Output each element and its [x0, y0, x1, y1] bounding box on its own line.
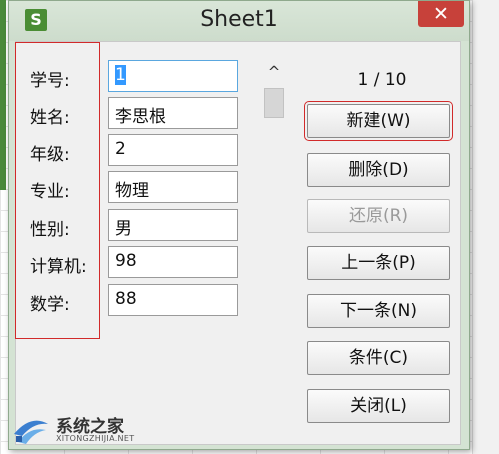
dialog-title: Sheet1 [200, 7, 278, 32]
field-label-student-id: 学号: [30, 71, 70, 91]
record-scrollbar[interactable]: ^ [262, 62, 286, 437]
field-label-math: 数学: [30, 295, 70, 315]
dialog-titlebar[interactable]: S Sheet1 ✕ [9, 1, 469, 41]
dialog-content [15, 41, 461, 445]
screenshot-stage: S Sheet1 ✕ 学号: 1 姓名: 李思根 年级: 2 专业: 物理 性别… [0, 0, 499, 454]
field-label-computer: 计算机: [30, 257, 87, 277]
criteria-button[interactable]: 条件(C) [307, 341, 450, 375]
field-label-gender: 性别: [30, 220, 70, 240]
scroll-up-icon[interactable]: ^ [262, 62, 286, 82]
field-label-grade: 年级: [30, 145, 70, 165]
next-record-button[interactable]: 下一条(N) [307, 294, 450, 328]
gender-input[interactable]: 男 [108, 209, 238, 241]
major-input[interactable]: 物理 [108, 171, 238, 203]
spreadsheet-left-edge [0, 0, 6, 190]
student-id-input[interactable]: 1 [108, 60, 238, 92]
student-id-value: 1 [115, 65, 126, 85]
site-watermark: 系统之家 XITONGZHIJIA.NET [12, 410, 172, 450]
field-label-name: 姓名: [30, 108, 70, 128]
previous-record-button[interactable]: 上一条(P) [307, 246, 450, 280]
close-dialog-button[interactable]: 关闭(L) [307, 389, 450, 423]
close-icon[interactable]: ✕ [418, 1, 464, 27]
watermark-url: XITONGZHIJIA.NET [56, 434, 135, 443]
new-record-button[interactable]: 新建(W) [304, 101, 453, 141]
grade-input[interactable]: 2 [108, 134, 238, 166]
watermark-logo-icon [14, 420, 48, 444]
delete-record-button[interactable]: 删除(D) [307, 153, 450, 187]
name-input[interactable]: 李思根 [108, 97, 238, 129]
spreadsheet-right-column [472, 0, 499, 454]
math-score-input[interactable]: 88 [108, 284, 238, 316]
scroll-thumb[interactable] [264, 88, 284, 118]
computer-score-input[interactable]: 98 [108, 246, 238, 278]
restore-button[interactable]: 还原(R) [307, 199, 450, 233]
record-counter: 1 / 10 [357, 70, 407, 90]
field-label-major: 专业: [30, 182, 70, 202]
